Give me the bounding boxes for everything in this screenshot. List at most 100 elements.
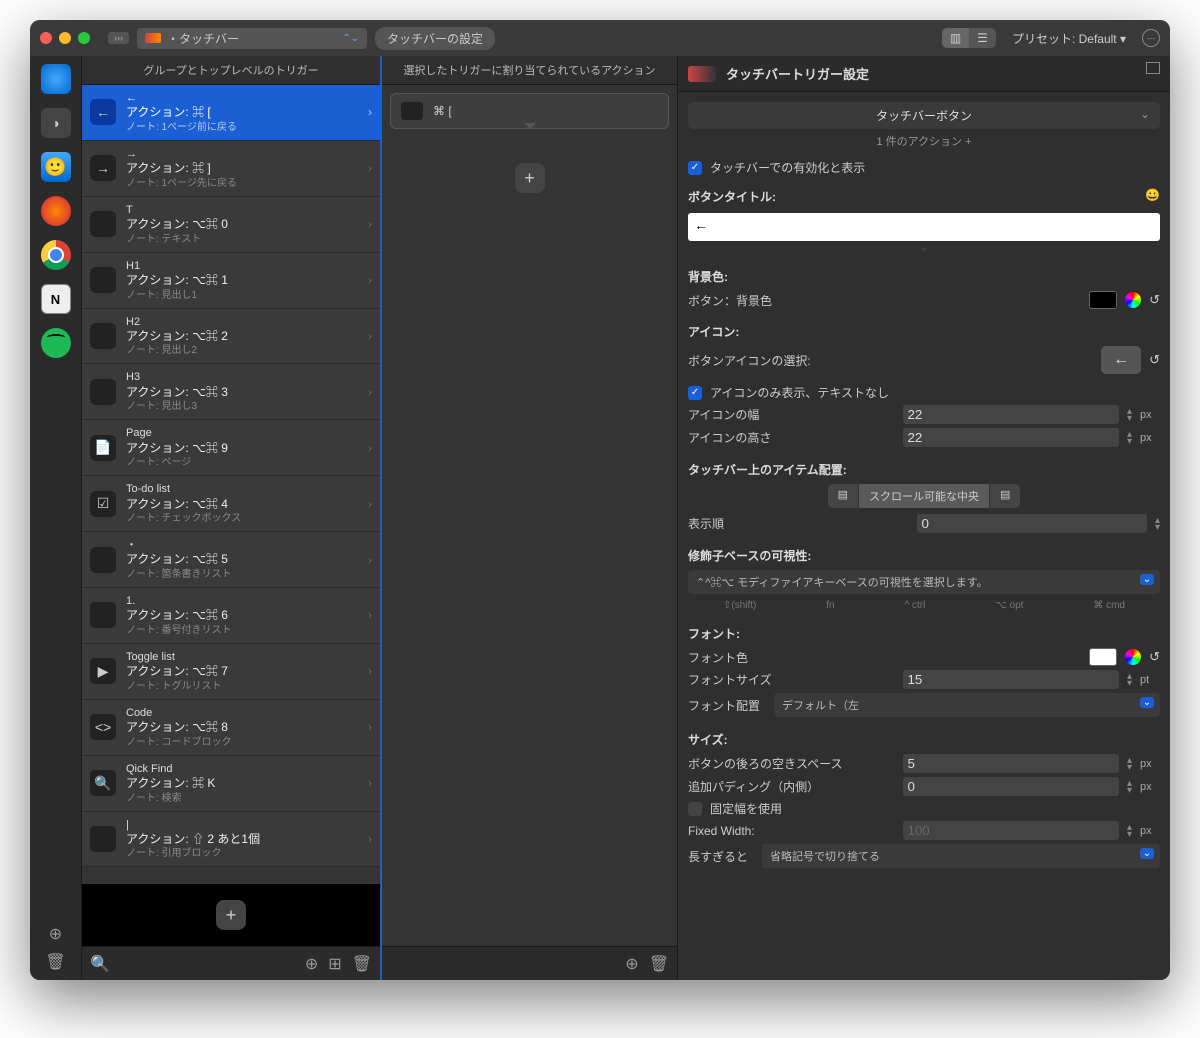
trigger-top: 1. xyxy=(126,594,372,608)
trigger-top: ・ xyxy=(126,538,372,552)
sidebar-app-generic[interactable]: ◑ xyxy=(41,108,71,138)
trigger-row[interactable]: 1. アクション: ⌥⌘ 6 ノート: 番号付きリスト xyxy=(82,588,380,644)
delete-action-icon[interactable]: 🗑 xyxy=(649,954,669,974)
folder-icon[interactable]: ⊞ xyxy=(328,954,341,974)
search-icon[interactable]: 🔍 xyxy=(90,954,110,974)
popout-icon[interactable] xyxy=(1146,62,1160,74)
trigger-row[interactable]: → → アクション: ⌘ ] ノート: 1ページ先に戻る xyxy=(82,141,380,197)
icon-preview[interactable]: ← xyxy=(1101,346,1141,374)
zoom-icon[interactable] xyxy=(78,32,90,44)
stepper-icon[interactable]: ▴▾ xyxy=(1127,673,1132,687)
color-picker-icon[interactable] xyxy=(1125,292,1141,308)
trigger-note: ノート: 引用ブロック xyxy=(126,847,372,860)
reset-icon[interactable]: ↺ xyxy=(1149,292,1160,308)
sidebar-app-chrome[interactable] xyxy=(41,240,71,270)
trigger-title: アクション: ⌥⌘ 3 xyxy=(126,385,372,401)
color-picker-icon[interactable] xyxy=(1125,649,1141,665)
modifier-select[interactable]: ⌃^⌘⌥ モディファイアキーベースの可視性を選択します。 xyxy=(688,570,1160,594)
add-action-icon[interactable]: ⊕ xyxy=(625,954,638,974)
trigger-row[interactable]: 🔍 Qick Find アクション: ⌘ K ノート: 検索 xyxy=(82,756,380,812)
bg-section-label: 背景色: xyxy=(688,268,1160,285)
trigger-row[interactable]: T アクション: ⌥⌘ 0 ノート: テキスト xyxy=(82,197,380,253)
trigger-row[interactable]: ← ← アクション: ⌘ [ ノート: 1ページ前に戻る xyxy=(82,85,380,141)
sidebar-toggle[interactable]: ››› xyxy=(108,32,129,44)
trigger-row[interactable]: <> Code アクション: ⌥⌘ 8 ノート: コードブロック xyxy=(82,700,380,756)
enable-checkbox[interactable]: ✓ xyxy=(688,161,702,175)
add-app-button[interactable]: ⊕ xyxy=(49,924,62,944)
touchbar-settings-button[interactable]: タッチバーの設定 xyxy=(375,27,495,50)
list-view-icon[interactable]: ☰ xyxy=(969,28,996,48)
trigger-icon xyxy=(90,323,116,349)
view-mode-segment[interactable]: ▥ ☰ xyxy=(942,28,996,48)
font-size-input[interactable] xyxy=(903,670,1118,689)
unit-px: px xyxy=(1140,409,1160,421)
preset-dropdown[interactable]: プリセット: Default ▾ xyxy=(1004,30,1134,47)
trigger-row[interactable]: ☑ To-do list アクション: ⌥⌘ 4 ノート: チェックボックス xyxy=(82,476,380,532)
section-dropdown[interactable]: タッチバーボタン xyxy=(688,102,1160,129)
fixed-width-checkbox[interactable] xyxy=(688,802,702,816)
modifier-key[interactable]: ⇧(shift) xyxy=(723,600,756,611)
trigger-note: ノート: 1ページ前に戻る xyxy=(126,121,372,134)
trigger-top: | xyxy=(126,818,372,832)
icon-only-checkbox[interactable]: ✓ xyxy=(688,386,702,400)
action-count[interactable]: 1 件のアクション + xyxy=(688,133,1160,149)
trash-icon[interactable]: 🗑 xyxy=(352,954,372,974)
space-after-input[interactable] xyxy=(903,754,1118,773)
trigger-row[interactable]: ▶ Toggle list アクション: ⌥⌘ 7 ノート: トグルリスト xyxy=(82,644,380,700)
sidebar-app-notion[interactable]: N xyxy=(41,284,71,314)
font-align-select[interactable]: デフォルト（左 xyxy=(774,693,1160,717)
trigger-row[interactable]: H1 アクション: ⌥⌘ 1 ノート: 見出し1 xyxy=(82,253,380,309)
emoji-icon[interactable]: 😀 xyxy=(1145,188,1160,202)
trigger-row[interactable]: ・ アクション: ⌥⌘ 5 ノート: 箇条書きリスト xyxy=(82,532,380,588)
sidebar-app-spotify[interactable] xyxy=(41,328,71,358)
add-button[interactable]: ⊕ xyxy=(305,954,318,974)
icon-width-input[interactable] xyxy=(903,405,1118,424)
assigned-action[interactable]: ⌘ [ xyxy=(390,93,669,129)
columns-view-icon[interactable]: ▥ xyxy=(942,28,969,48)
modifier-key[interactable]: fn xyxy=(826,600,834,611)
sidebar-app-firefox[interactable] xyxy=(41,196,71,226)
minimize-icon[interactable] xyxy=(59,32,71,44)
too-long-select[interactable]: 省略記号で切り捨てる xyxy=(762,844,1160,868)
stepper-icon[interactable]: ▴▾ xyxy=(1127,757,1132,771)
trigger-row[interactable]: H2 アクション: ⌥⌘ 2 ノート: 見出し2 xyxy=(82,309,380,365)
font-size-label: フォントサイズ xyxy=(688,671,895,688)
button-title-input[interactable]: ← xyxy=(688,213,1160,241)
delete-app-button[interactable]: 🗑 xyxy=(45,952,65,972)
align-center-option[interactable]: スクロール可能な中央 xyxy=(858,484,989,508)
reset-icon-3[interactable]: ↺ xyxy=(1149,649,1160,665)
modifier-key[interactable]: ⌘ cmd xyxy=(1093,600,1125,611)
trigger-note: ノート: 検索 xyxy=(126,792,372,805)
trigger-title: アクション: ⌥⌘ 4 xyxy=(126,497,372,513)
resize-grabber[interactable]: ○ xyxy=(688,245,1160,254)
modifier-key[interactable]: ^ ctrl xyxy=(905,600,926,611)
close-icon[interactable] xyxy=(40,32,52,44)
actions-column: 選択したトリガーに割り当てられているアクション ⌘ [ + ⊕ 🗑 xyxy=(380,56,678,980)
add-action-button[interactable]: + xyxy=(515,163,545,193)
context-dropdown[interactable]: ・タッチバー ⌃⌄ xyxy=(137,28,367,49)
padding-input[interactable] xyxy=(903,777,1118,796)
bg-color-swatch[interactable] xyxy=(1089,291,1117,309)
placement-segment[interactable]: ▤ スクロール可能な中央 ▤ xyxy=(828,484,1021,508)
font-color-swatch[interactable] xyxy=(1089,648,1117,666)
trigger-row[interactable]: | アクション: ⇧ 2 あと1個 ノート: 引用ブロック xyxy=(82,812,380,868)
stepper-icon[interactable]: ▴▾ xyxy=(1155,517,1160,531)
sidebar-app-global[interactable] xyxy=(41,64,71,94)
sidebar-app-finder[interactable]: 🙂 xyxy=(41,152,71,182)
reset-icon-2[interactable]: ↺ xyxy=(1149,352,1160,368)
modifier-key[interactable]: ⌥ opt xyxy=(995,600,1023,611)
icon-height-input[interactable] xyxy=(903,428,1118,447)
trigger-top: T xyxy=(126,203,372,217)
unit-px: px xyxy=(1140,432,1160,444)
align-left-icon[interactable]: ▤ xyxy=(828,484,858,508)
stepper-icon: ▴▾ xyxy=(1127,824,1132,838)
add-trigger-button[interactable]: + xyxy=(216,900,246,930)
align-right-icon[interactable]: ▤ xyxy=(989,484,1020,508)
trigger-row[interactable]: 📄 Page アクション: ⌥⌘ 9 ノート: ページ xyxy=(82,420,380,476)
trigger-row[interactable]: H3 アクション: ⌥⌘ 3 ノート: 見出し3 xyxy=(82,364,380,420)
gear-icon[interactable]: — xyxy=(1142,29,1160,47)
stepper-icon[interactable]: ▴▾ xyxy=(1127,408,1132,422)
stepper-icon[interactable]: ▴▾ xyxy=(1127,431,1132,445)
order-input[interactable] xyxy=(917,514,1146,533)
stepper-icon[interactable]: ▴▾ xyxy=(1127,780,1132,794)
